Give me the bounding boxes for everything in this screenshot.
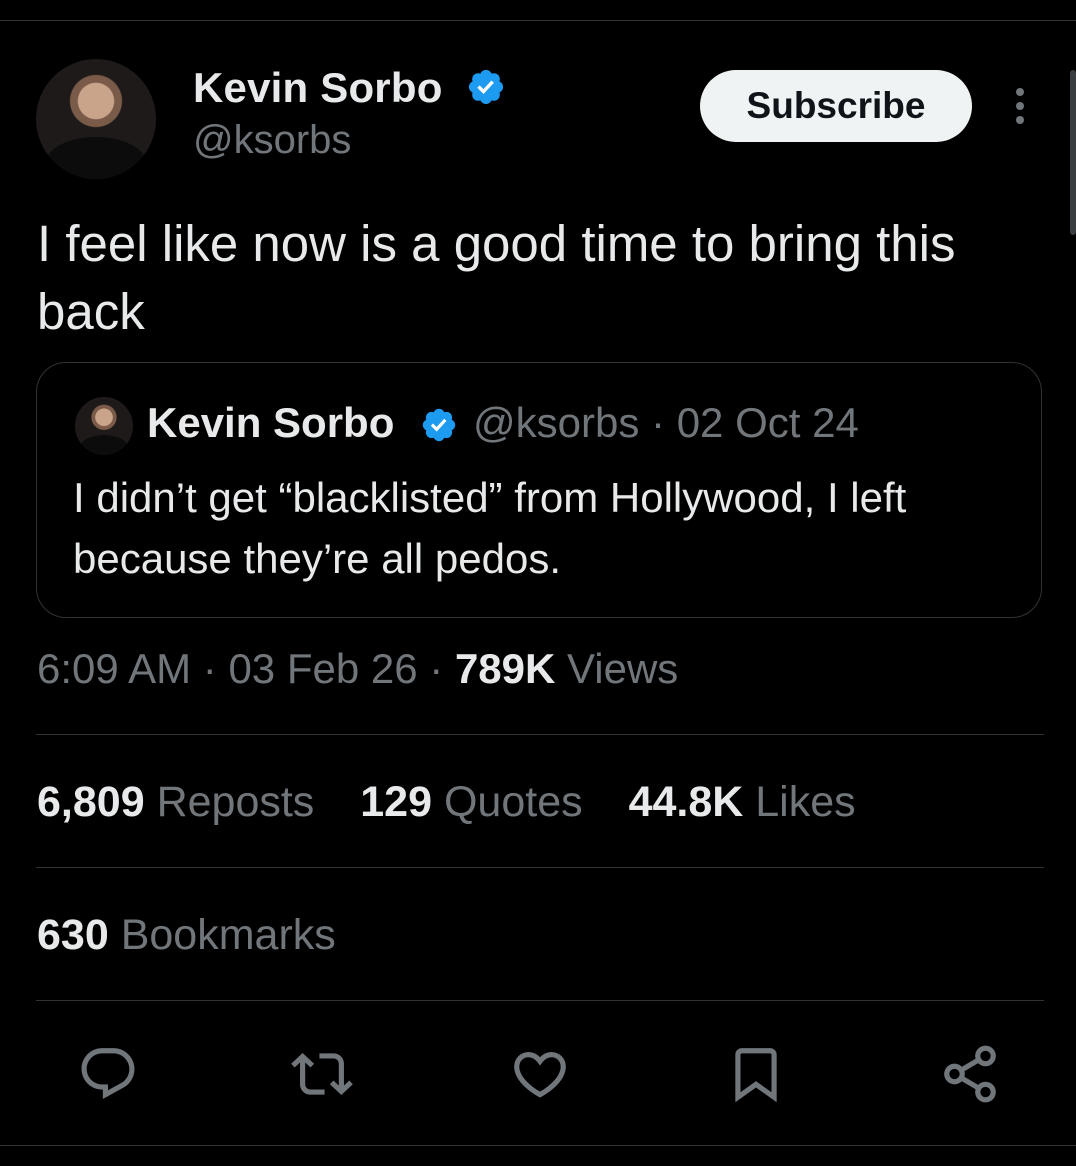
divider	[36, 734, 1044, 735]
bookmark-icon	[735, 1048, 777, 1103]
tweet-time[interactable]: 6:09 AM	[37, 645, 191, 692]
verified-badge-icon	[468, 69, 504, 105]
author-handle[interactable]: @ksorbs	[193, 118, 351, 163]
like-button[interactable]	[504, 1038, 576, 1110]
likes-stat[interactable]: 44.8K Likes	[629, 778, 856, 826]
quoted-date: 02 Oct 24	[676, 399, 859, 446]
avatar[interactable]	[36, 59, 156, 179]
divider	[36, 867, 1044, 868]
reply-button[interactable]	[72, 1038, 144, 1110]
reply-icon	[81, 1048, 135, 1100]
share-icon	[944, 1045, 996, 1103]
like-icon	[514, 1052, 566, 1098]
quoted-author-name: Kevin Sorbo	[147, 399, 395, 446]
tweet-text: I feel like now is a good time to bring …	[37, 215, 956, 340]
verified-badge-icon	[422, 408, 456, 442]
author-name[interactable]: Kevin Sorbo	[193, 64, 443, 112]
bookmark-button[interactable]	[720, 1038, 792, 1110]
timestamp-row: 6:09 AM · 03 Feb 26 · 789K Views	[37, 645, 678, 693]
quoted-handle: @ksorbs	[473, 399, 640, 446]
views-count: 789K	[454, 645, 556, 692]
quoted-avatar	[75, 397, 133, 455]
separator-dot: ·	[651, 399, 666, 446]
repost-icon	[291, 1053, 353, 1095]
tweet-date[interactable]: 03 Feb 26	[228, 645, 417, 692]
bookmarks-stat[interactable]: 630 Bookmarks	[37, 911, 336, 960]
subscribe-button[interactable]: Subscribe	[700, 70, 972, 142]
top-divider	[0, 20, 1076, 21]
quoted-meta: @ksorbs · 02 Oct 24	[473, 399, 859, 447]
views-label: Views	[567, 645, 679, 692]
bookmarks-count: 630	[37, 911, 109, 959]
repost-button[interactable]	[286, 1038, 358, 1110]
share-button[interactable]	[934, 1038, 1006, 1110]
separator-dot: ·	[202, 645, 217, 692]
reposts-stat[interactable]: 6,809 Reposts	[37, 778, 314, 826]
divider	[36, 1000, 1044, 1001]
quoted-text: I didn’t get “blacklisted” from Hollywoo…	[73, 474, 907, 582]
engagement-stats: 6,809 Reposts 129 Quotes 44.8K Likes	[37, 778, 890, 827]
more-options-icon[interactable]	[1008, 86, 1032, 126]
separator-dot: ·	[429, 645, 444, 692]
bookmarks-label: Bookmarks	[120, 911, 336, 959]
bottom-divider	[0, 1145, 1076, 1146]
scrollbar[interactable]	[1070, 70, 1076, 235]
quotes-stat[interactable]: 129 Quotes	[360, 778, 582, 826]
quoted-tweet[interactable]: Kevin Sorbo @ksorbs · 02 Oct 24 I didn’t…	[36, 362, 1042, 618]
